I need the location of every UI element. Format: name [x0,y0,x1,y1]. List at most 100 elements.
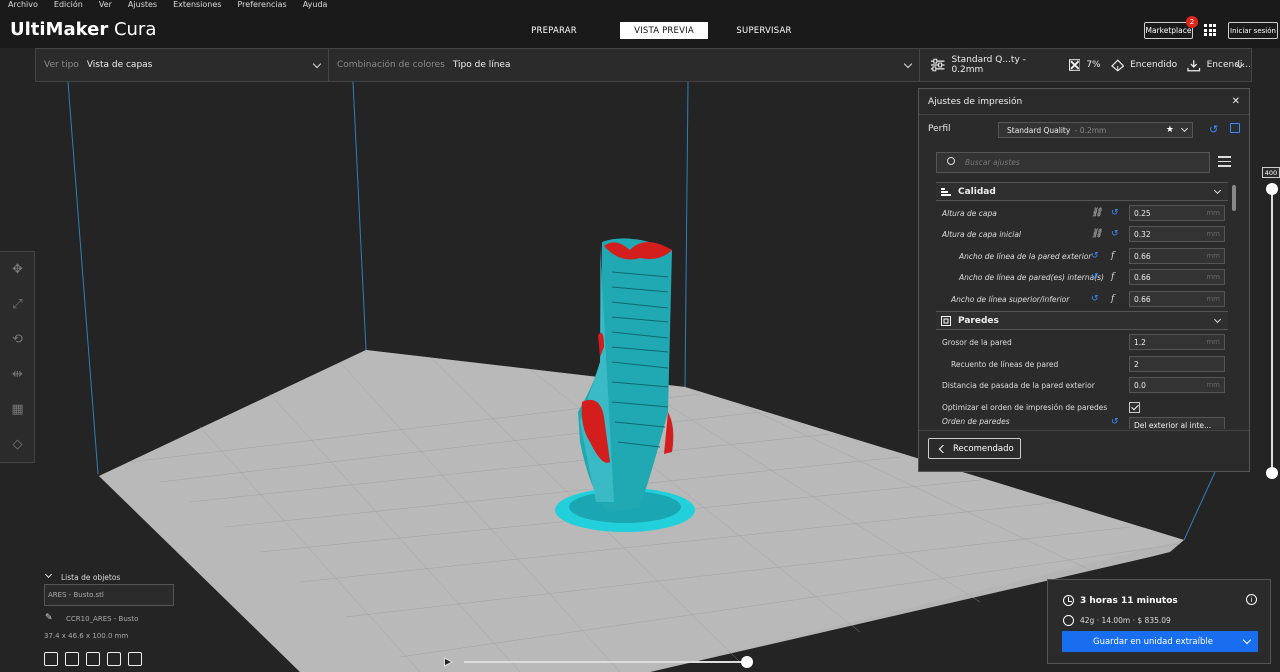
view-front-icon[interactable] [65,652,79,666]
tab-preparar[interactable]: PREPARAR [510,22,598,39]
print-time: 3 horas 11 minutos [1080,596,1178,606]
setting-input[interactable]: 0.0 mm [1129,377,1225,393]
recommended-button[interactable]: Recomendado [928,438,1021,459]
apps-grid-icon[interactable] [1204,24,1216,36]
setting-row: Altura de capa ⛓ ↺ 0.25 mm [936,203,1228,223]
tab-supervisar[interactable]: SUPERVISAR [720,22,808,39]
menu-ayuda[interactable]: Ayuda [295,0,336,11]
print-info-panel: 3 horas 11 minutos i 42g · 14.00m · $ 83… [1047,579,1271,664]
function-icon: f [1111,294,1115,304]
pencil-icon[interactable]: ✎ [45,613,53,623]
reset-profile-icon[interactable]: ↺ [1209,123,1218,136]
layer-number[interactable]: 400 [1262,167,1280,178]
reset-icon[interactable]: ↺ [1091,272,1099,282]
chevron-down-icon [312,59,322,69]
scale-icon[interactable]: ⤢ [0,287,35,322]
preview-toolbar: Ver tipo Vista de capas Combinación de c… [35,48,1252,82]
setting-input[interactable]: 2 [1129,356,1225,372]
menu-preferencias[interactable]: Preferencias [229,0,294,11]
setting-row: Recuento de líneas de pared 2 [936,354,1228,374]
setting-row: Ancho de línea superior/inferior ↺ f 0.6… [936,289,1228,309]
reset-icon[interactable]: ↺ [1111,229,1119,239]
quality-icon [941,188,951,196]
info-icon[interactable]: i [1246,594,1257,605]
menu-ajustes[interactable]: Ajustes [120,0,165,11]
reset-icon[interactable]: ↺ [1091,294,1099,304]
menu-edicion[interactable]: Edición [46,0,91,11]
left-toolbar: ✥ ⤢ ⟲ ⇹ ▦ ◇ [0,251,35,463]
save-to-removable-button[interactable]: Guardar en unidad extraíble [1062,631,1258,652]
settings-search-input[interactable]: Buscar ajustes [936,152,1210,173]
link-icon: ⛓ [1091,229,1103,239]
setting-select[interactable]: Del exterior al inte... [1129,417,1225,429]
menu-extensiones[interactable]: Extensiones [165,0,229,11]
setting-row: Altura de capa inicial ⛓ ↺ 0.32 mm [936,224,1228,244]
header-bar: UltiMaker Cura PREPARAR VISTA PREVIA SUP… [0,11,1280,48]
profile-summary: Standard Q...ty - 0.2mm [951,55,1026,75]
path-slider-handle[interactable] [741,656,753,668]
category-paredes[interactable]: Paredes [936,311,1228,330]
support-icon [1110,58,1124,72]
setting-input[interactable]: 0.66 mm [1129,248,1225,264]
per-model-settings-icon[interactable]: ▦ [0,392,35,427]
signin-button[interactable]: Iniciar sesión [1228,22,1278,39]
setting-row: Orden de paredes ↺ Del exterior al inte.… [936,417,1228,429]
menu-archivo[interactable]: Archivo [0,0,46,11]
profile-select[interactable]: Standard Quality - 0.2mm ★ [998,122,1193,138]
optimize-walls-checkbox[interactable] [1129,401,1140,413]
sliders-icon [930,58,945,72]
object-list-item[interactable]: ARES - Busto.stl [44,584,174,606]
view-left-icon[interactable] [107,652,121,666]
close-icon[interactable]: ✕ [1232,96,1240,107]
play-icon[interactable] [444,657,453,667]
setting-input[interactable]: 0.66 mm [1129,291,1225,307]
color-scheme-select[interactable]: Combinación de colores Tipo de línea [329,49,920,81]
stage-tabs: PREPARAR VISTA PREVIA SUPERVISAR [510,22,808,39]
panel-title: Ajustes de impresión [928,96,1023,107]
marketplace-badge: 2 [1186,16,1198,28]
setting-input[interactable]: 0.66 mm [1129,269,1225,285]
setting-row: Ancho de línea de la pared exterior ↺ f … [936,246,1228,266]
layer-slider-track[interactable] [1271,190,1273,474]
print-settings-toggle[interactable]: Standard Q...ty - 0.2mm 7% Encendido Enc… [920,49,1251,81]
reset-icon[interactable]: ↺ [1111,417,1119,427]
object-name[interactable]: CCR10_ARES - Busto [66,615,138,623]
tab-vista-previa[interactable]: VISTA PREVIA [620,22,708,39]
setting-input[interactable]: 1.2 mm [1129,334,1225,350]
link-icon: ⛓ [1091,208,1103,218]
chevron-down-icon[interactable] [1238,631,1258,652]
reset-icon[interactable]: ↺ [1111,208,1119,218]
move-icon[interactable]: ✥ [0,252,35,287]
menu-ver[interactable]: Ver [91,0,120,11]
rotate-icon[interactable]: ⟲ [0,322,35,357]
path-slider-track[interactable] [464,661,748,663]
view-type-select[interactable]: Ver tipo Vista de capas [36,49,329,81]
menu-bar: Archivo Edición Ver Ajustes Extensiones … [0,0,1280,11]
reset-icon[interactable]: ↺ [1091,251,1099,261]
settings-menu-icon[interactable] [1218,156,1231,170]
setting-row: Optimizar el orden de impresión de pared… [936,397,1228,417]
object-dimensions: 37.4 x 46.6 x 100.0 mm [44,632,129,640]
panel-scrollbar[interactable] [1232,185,1236,211]
support-blocker-icon[interactable]: ◇ [0,427,35,462]
layer-slider-top-handle[interactable] [1266,183,1278,195]
profile-label: Perfil [928,124,951,134]
setting-row: Grosor de la pared 1.2 mm [936,332,1228,352]
setting-input[interactable]: 0.25 mm [1129,205,1225,221]
walls-icon [941,316,951,326]
star-icon[interactable]: ★ [1166,125,1174,135]
setting-input[interactable]: 0.32 mm [1129,226,1225,242]
view-3d-icon[interactable] [44,652,58,666]
view-top-icon[interactable] [86,652,100,666]
print-settings-panel: Ajustes de impresión ✕ Perfil Standard Q… [918,88,1250,472]
layer-slider-bottom-handle[interactable] [1266,467,1278,479]
category-calidad[interactable]: Calidad [936,182,1228,201]
function-icon: f [1111,272,1115,282]
mirror-icon[interactable]: ⇹ [0,357,35,392]
setting-row: Distancia de pasada de la pared exterior… [936,375,1228,395]
save-profile-icon[interactable] [1230,123,1240,133]
support-value: Encendido [1130,60,1178,70]
adhesion-value: Encendi... [1206,60,1251,70]
view-right-icon[interactable] [128,652,142,666]
spool-icon [1063,615,1074,626]
